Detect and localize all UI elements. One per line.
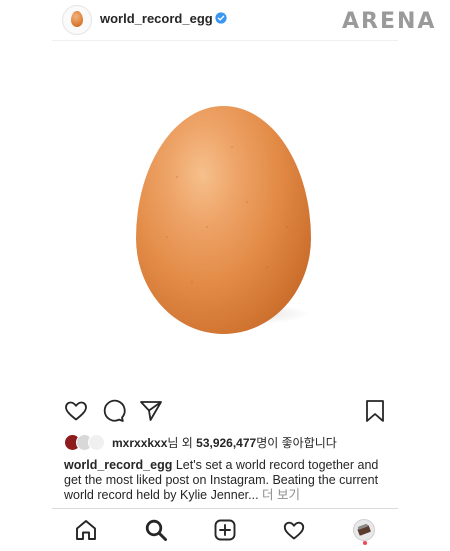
home-icon[interactable]	[74, 518, 98, 542]
more-link[interactable]: 더 보기	[259, 488, 300, 502]
heart-icon[interactable]	[63, 398, 89, 424]
likes-text: mxrxxkxx님 외 53,926,477명이 좋아합니다	[112, 434, 337, 451]
share-icon[interactable]	[138, 398, 164, 424]
likes-suffix-2: 명이 좋아합니다	[256, 436, 337, 450]
activity-icon[interactable]	[282, 518, 306, 542]
post-photo[interactable]	[52, 41, 398, 389]
first-liker-name[interactable]: mxrxxkxx	[112, 436, 167, 450]
search-icon[interactable]	[144, 518, 168, 542]
notification-dot	[363, 541, 367, 545]
egg-image	[136, 106, 311, 334]
likes-row[interactable]: mxrxxkxx님 외 53,926,477명이 좋아합니다	[64, 433, 394, 451]
arena-watermark: ARENA	[342, 9, 437, 34]
post-username[interactable]: world_record_egg	[100, 11, 213, 26]
liker-avatar-3	[88, 434, 105, 451]
comment-icon[interactable]	[100, 398, 126, 424]
caption-username[interactable]: world_record_egg	[64, 458, 172, 472]
verified-badge-icon	[215, 12, 227, 24]
profile-icon[interactable]	[352, 518, 376, 542]
new-post-icon[interactable]	[213, 518, 237, 542]
avatar[interactable]	[62, 5, 92, 35]
instagram-post-screen: world_record_egg ARENA mxrxxkxx님 외 53,92…	[0, 0, 450, 551]
action-row	[52, 398, 398, 424]
post-caption: world_record_egg Let's set a world recor…	[64, 458, 382, 503]
bookmark-icon[interactable]	[362, 398, 388, 424]
likes-suffix-1: 님 외	[167, 436, 197, 450]
like-count[interactable]: 53,926,477	[196, 436, 256, 450]
egg-avatar-image	[71, 11, 83, 27]
bottom-nav-bar	[52, 508, 398, 551]
